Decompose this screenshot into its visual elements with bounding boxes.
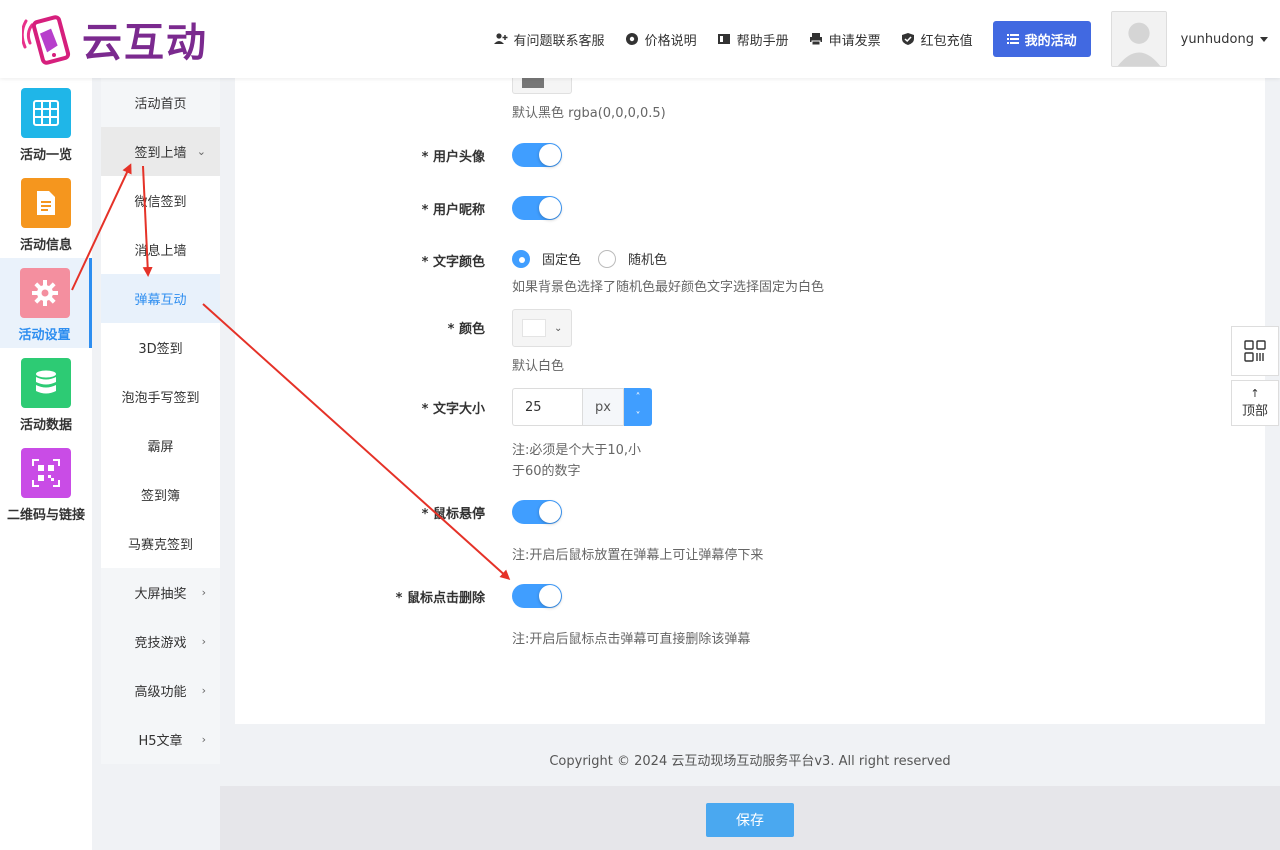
text-color-picker[interactable]: ⌄ xyxy=(512,309,572,347)
copyright-text: Copyright © 2024 云互动现场互动服务平台v3. All righ… xyxy=(549,754,951,769)
radio-fixed-color[interactable]: 固定色 xyxy=(512,249,581,268)
qrcode-float-button[interactable] xyxy=(1231,326,1279,376)
invoice-link[interactable]: 申请发票 xyxy=(809,30,881,49)
top-nav: 有问题联系客服 价格说明 帮助手册 申请发票 红包充值 我的活动 yunhudo… xyxy=(474,11,1268,67)
pricing-link[interactable]: 价格说明 xyxy=(625,30,697,49)
save-button[interactable]: 保存 xyxy=(706,803,794,837)
color-hint: 默认白色 xyxy=(512,359,565,374)
help-manual-link[interactable]: 帮助手册 xyxy=(717,30,789,49)
submenu-item-activity-home[interactable]: 活动首页 xyxy=(101,78,220,127)
chevron-right-icon: › xyxy=(201,684,206,697)
hover-pause-hint: 注:开启后鼠标放置在弹幕上可让弹幕停下来 xyxy=(512,548,764,563)
submenu-item-danmaku[interactable]: 弹幕互动 xyxy=(101,274,220,323)
sidebar-item-qrcode-links[interactable]: 二维码与链接 xyxy=(0,438,92,528)
danmaku-settings-form: 默认黑色 rgba(0,0,0,0.5) * 用户头像 * 用户昵称 * 文字颜… xyxy=(235,72,1265,724)
submenu-item-advanced[interactable]: 高级功能 › xyxy=(101,666,220,715)
main-sidebar: 活动一览 活动信息 活动设置 活动数据 二维码与链接 xyxy=(0,78,92,850)
save-bar: 保存 xyxy=(220,786,1280,850)
font-size-label: * 文字大小 xyxy=(421,402,485,417)
back-to-top-button[interactable]: ↑ 顶部 xyxy=(1231,380,1279,426)
click-delete-toggle[interactable] xyxy=(512,584,562,608)
printer-icon xyxy=(809,32,823,46)
chevron-down-icon: ⌄ xyxy=(196,145,206,158)
logo-text: 云互动 xyxy=(82,20,208,66)
submenu-item-checkin-wall[interactable]: 签到上墙 ⌄ xyxy=(101,127,220,176)
my-activity-button[interactable]: 我的活动 xyxy=(992,21,1091,57)
document-icon xyxy=(21,178,71,228)
background-color-hint: 默认黑色 rgba(0,0,0,0.5) xyxy=(512,106,666,121)
submenu-item-lottery[interactable]: 大屏抽奖 › xyxy=(101,568,220,617)
settings-submenu: 活动首页 签到上墙 ⌄ 微信签到 消息上墙 弹幕互动 3D签到 泡泡手写签到 霸屏… xyxy=(101,78,220,764)
chevron-right-icon: › xyxy=(201,635,206,648)
font-size-input[interactable]: 25 xyxy=(512,388,582,426)
text-color-hint: 如果背景色选择了随机色最好颜色文字选择固定为白色 xyxy=(512,280,825,295)
avatar[interactable] xyxy=(1110,11,1167,67)
nickname-toggle[interactable] xyxy=(512,196,562,220)
submenu-item-h5-article[interactable]: H5文章 › xyxy=(101,715,220,764)
database-icon xyxy=(21,358,71,408)
font-size-hint-1: 注:必须是个大于10,小 xyxy=(512,443,642,458)
qrcode-icon xyxy=(21,448,71,498)
sidebar-item-activity-overview[interactable]: 活动一览 xyxy=(0,78,92,168)
grid-icon xyxy=(21,88,71,138)
nickname-toggle-label: * 用户昵称 xyxy=(421,203,485,218)
top-header: 云互动 有问题联系客服 价格说明 帮助手册 申请发票 红包充值 我的活动 yun… xyxy=(0,0,1280,78)
chevron-right-icon: › xyxy=(201,586,206,599)
font-size-hint-2: 于60的数字 xyxy=(512,464,581,479)
avatar-toggle-label: * 用户头像 xyxy=(421,150,485,165)
logo[interactable]: 云互动 xyxy=(20,10,208,68)
font-size-input-group: 25 px ˄ ˅ xyxy=(512,388,652,426)
submenu-item-wechat-checkin[interactable]: 微信签到 xyxy=(101,176,220,225)
submenu-item-bubble-checkin[interactable]: 泡泡手写签到 xyxy=(101,372,220,421)
caret-down-icon xyxy=(1260,36,1268,42)
submenu-item-mosaic-checkin[interactable]: 马赛克签到 xyxy=(101,519,220,568)
font-size-unit: px xyxy=(582,388,624,426)
contact-support-link[interactable]: 有问题联系客服 xyxy=(493,30,605,49)
font-size-stepper: ˄ ˅ xyxy=(624,388,652,426)
book-icon xyxy=(717,32,731,46)
red-packet-recharge-link[interactable]: 红包充值 xyxy=(901,30,973,49)
radio-random-color[interactable]: 随机色 xyxy=(598,249,667,268)
chevron-down-icon: ⌄ xyxy=(554,322,563,334)
color-label: * 颜色 xyxy=(447,322,485,337)
gear-icon xyxy=(19,268,70,318)
submenu-item-message-wall[interactable]: 消息上墙 xyxy=(101,225,220,274)
click-delete-label: * 鼠标点击删除 xyxy=(395,591,485,606)
hover-pause-toggle[interactable] xyxy=(512,500,562,524)
sidebar-item-activity-settings[interactable]: 活动设置 xyxy=(0,258,92,348)
phone-logo-icon xyxy=(20,11,78,67)
chevron-up-icon[interactable]: ˄ xyxy=(624,388,652,407)
user-menu[interactable]: yunhudong xyxy=(1181,32,1268,47)
chevron-down-icon[interactable]: ˅ xyxy=(624,407,652,426)
submenu-item-3d-checkin[interactable]: 3D签到 xyxy=(101,323,220,372)
click-delete-hint: 注:开启后鼠标点击弹幕可直接删除该弹幕 xyxy=(512,632,751,647)
shield-check-icon xyxy=(901,32,915,46)
submenu-item-games[interactable]: 竞技游戏 › xyxy=(101,617,220,666)
sidebar-item-activity-info[interactable]: 活动信息 xyxy=(0,168,92,258)
gear-icon xyxy=(625,32,639,46)
list-icon xyxy=(1006,33,1019,45)
avatar-toggle[interactable] xyxy=(512,143,562,167)
submenu-item-checkin-book[interactable]: 签到簿 xyxy=(101,470,220,519)
color-swatch xyxy=(522,77,544,88)
submenu-item-screen-takeover[interactable]: 霸屏 xyxy=(101,421,220,470)
qrcode-icon xyxy=(1244,340,1266,362)
text-color-label: * 文字颜色 xyxy=(421,255,485,270)
color-swatch xyxy=(522,319,546,337)
hover-pause-label: * 鼠标悬停 xyxy=(421,507,485,522)
user-plus-icon xyxy=(493,32,508,46)
sidebar-item-activity-data[interactable]: 活动数据 xyxy=(0,348,92,438)
arrow-up-icon: ↑ xyxy=(1250,387,1260,400)
chevron-right-icon: › xyxy=(201,733,206,746)
